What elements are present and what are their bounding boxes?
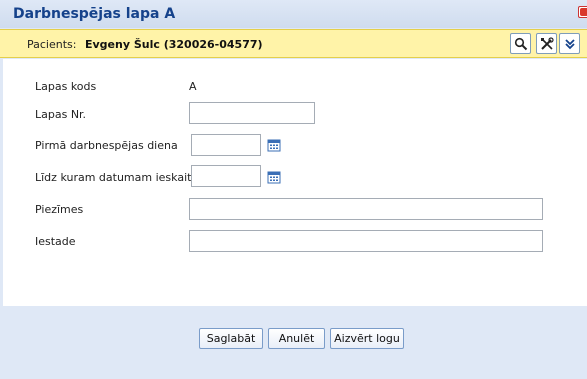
tools-button[interactable]: [536, 33, 557, 54]
save-button[interactable]: Saglabāt: [199, 328, 263, 349]
close-window-button[interactable]: Aizvērt logu: [330, 328, 404, 349]
collapse-button[interactable]: [559, 33, 580, 54]
title-bar: Darbnespējas lapa A: [0, 0, 587, 28]
window-bottom: [0, 368, 587, 379]
button-bar: Saglabāt Anulēt Aizvērt logu: [6, 306, 586, 368]
notes-input[interactable]: [189, 198, 543, 220]
first-day-input[interactable]: [191, 134, 261, 156]
calendar-icon[interactable]: [267, 138, 281, 152]
calendar-icon[interactable]: [267, 170, 281, 184]
until-input[interactable]: [191, 165, 261, 187]
form-panel: Lapas kods A Lapas Nr. Pirmā darbnespēja…: [3, 59, 587, 306]
patient-label: Pacients:: [27, 38, 77, 51]
code-value: A: [189, 80, 197, 93]
code-label: Lapas kods: [35, 80, 97, 93]
until-label: Līdz kuram datumam ieskaitot: [35, 171, 203, 184]
chevron-down-double-icon: [564, 38, 575, 49]
dialog-window: Darbnespējas lapa A Pacients: Evgeny Šul…: [0, 0, 587, 379]
search-button[interactable]: [510, 33, 531, 54]
window-title: Darbnespējas lapa A: [13, 6, 176, 22]
notes-label: Piezīmes: [35, 203, 84, 216]
first-day-label: Pirmā darbnespējas diena: [35, 139, 178, 152]
number-input[interactable]: [189, 102, 315, 124]
search-icon: [514, 37, 527, 50]
institution-input[interactable]: [189, 230, 543, 252]
tools-icon: [540, 36, 554, 50]
patient-bar: Pacients: Evgeny Šulc (320026-04577): [0, 29, 587, 58]
institution-label: Iestade: [35, 235, 76, 248]
number-label: Lapas Nr.: [35, 108, 87, 121]
close-icon[interactable]: [578, 6, 587, 18]
cancel-button[interactable]: Anulēt: [268, 328, 325, 349]
patient-name: Evgeny Šulc (320026-04577): [85, 38, 263, 51]
